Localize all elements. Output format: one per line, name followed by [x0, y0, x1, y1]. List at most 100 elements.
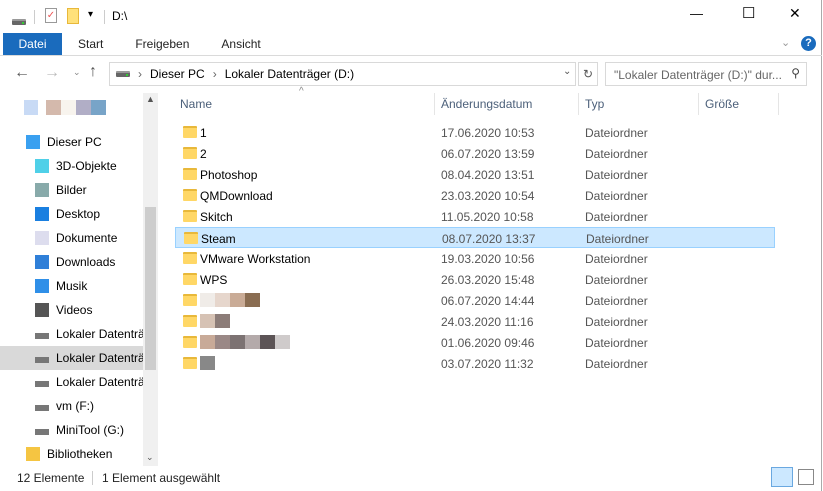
file-row[interactable]: VMware Workstation 19.03.2020 10:56 Dateio… [175, 248, 775, 269]
folder-icon [183, 126, 197, 138]
folder-icon [183, 168, 197, 180]
scroll-down-icon[interactable]: ⌄ [146, 452, 154, 463]
pc-icon [26, 135, 40, 149]
file-date: 03.07.2020 11:32 [441, 357, 534, 371]
tab-ansicht[interactable]: Ansicht [205, 33, 276, 56]
blurred-name [230, 335, 245, 349]
blurred-name [200, 335, 215, 349]
file-type: Dateiordner [585, 147, 648, 161]
drive-icon [35, 357, 49, 363]
breadcrumb-drive-d[interactable]: Lokaler Datenträger (D:) [225, 67, 354, 81]
file-date: 01.06.2020 09:46 [441, 336, 535, 350]
refresh-button[interactable]: ↻ [578, 62, 598, 86]
folder-icon [183, 147, 197, 159]
file-row[interactable]: QMDownload 23.03.2020 10:54 Dateiordner [175, 185, 775, 206]
up-button[interactable]: ↑ [89, 63, 97, 81]
file-date: 17.06.2020 10:53 [441, 126, 535, 140]
breadcrumb-dieser-pc[interactable]: Dieser PC [150, 67, 205, 81]
music-icon [35, 279, 49, 293]
file-row[interactable]: 1 17.06.2020 10:53 Dateiordner [175, 122, 775, 143]
sidebar-item-label: Musik [56, 279, 88, 293]
details-view-button[interactable] [771, 467, 793, 487]
folder-icon [183, 336, 197, 348]
sidebar-item-label: Bilder [56, 183, 87, 197]
sidebar-item-label: Videos [56, 303, 93, 317]
sidebar-item[interactable]: Lokaler Datenträ [0, 322, 143, 346]
sidebar-item[interactable]: Videos [0, 298, 143, 322]
file-type: Dateiordner [585, 315, 648, 329]
properties-icon[interactable]: ✓ [45, 8, 57, 23]
sidebar-item[interactable]: vm (F:) [0, 394, 143, 418]
file-row[interactable]: 01.06.2020 09:46 Dateiordner [175, 332, 775, 353]
folder-icon [183, 294, 197, 306]
search-icon: ⚲ [791, 66, 800, 80]
sidebar-item[interactable]: 3D-Objekte [0, 154, 143, 178]
nav-scrollbar-thumb[interactable] [145, 207, 156, 370]
file-date: 06.07.2020 14:44 [441, 294, 535, 308]
scroll-up-icon[interactable]: ▲ [146, 94, 155, 104]
sidebar-item-label: Bibliotheken [47, 447, 113, 461]
drive-icon [35, 381, 49, 387]
file-row[interactable]: Skitch 11.05.2020 10:58 Dateiordner [175, 206, 775, 227]
expand-ribbon-icon[interactable]: ⌄ [781, 36, 790, 49]
explorer-window: ✓ ▾ D:\ — ☐ ✕ Datei Start Freigeben Ansi… [0, 0, 822, 491]
sidebar-item[interactable]: Lokaler Datenträ [0, 346, 143, 370]
folder-icon [183, 273, 197, 285]
tab-datei[interactable]: Datei [3, 33, 62, 56]
file-row[interactable]: 03.07.2020 11:32 Dateiordner [175, 353, 775, 374]
ribbon-tabs: Datei Start Freigeben Ansicht [3, 33, 277, 56]
sidebar-item[interactable]: Desktop [0, 202, 143, 226]
file-row[interactable]: Photoshop 08.04.2020 13:51 Dateiordner [175, 164, 775, 185]
back-button[interactable]: ← [14, 64, 30, 82]
sidebar-item[interactable]: Musik [0, 274, 143, 298]
window-title: D:\ [112, 9, 128, 23]
new-folder-icon[interactable] [67, 8, 79, 24]
sidebar-item-label: vm (F:) [56, 399, 94, 413]
blurred-name [200, 293, 215, 307]
sidebar-item[interactable]: Dieser PC [0, 130, 143, 154]
file-name: Steam [201, 232, 236, 246]
large-icons-view-button[interactable] [798, 469, 814, 485]
column-header-size[interactable]: Größe [705, 93, 739, 115]
sidebar-item[interactable]: Bibliotheken [0, 442, 143, 466]
sidebar-item[interactable]: Lokaler Datenträ [0, 370, 143, 394]
file-type: Dateiordner [585, 252, 648, 266]
file-name: WPS [200, 273, 228, 287]
file-type: Dateiordner [585, 336, 648, 350]
blurred-name [245, 293, 260, 307]
document-icon [35, 231, 49, 245]
file-type: Dateiordner [585, 294, 648, 308]
file-row[interactable]: Steam 08.07.2020 13:37 Dateiordner [175, 227, 775, 248]
sidebar-item-label: Lokaler Datenträ [56, 351, 143, 365]
drive-icon [116, 71, 130, 77]
tab-start[interactable]: Start [62, 33, 119, 56]
tab-freigeben[interactable]: Freigeben [119, 33, 205, 56]
close-button[interactable]: ✕ [789, 5, 801, 22]
file-row[interactable]: 06.07.2020 14:44 Dateiordner [175, 290, 775, 311]
search-input[interactable]: "Lokaler Datenträger (D:)" dur... ⚲ [605, 62, 807, 86]
folder-icon [183, 252, 197, 264]
file-row[interactable]: 24.03.2020 11:16 Dateiordner [175, 311, 775, 332]
file-row[interactable]: 2 06.07.2020 13:59 Dateiordner [175, 143, 775, 164]
maximize-button[interactable]: ☐ [742, 4, 755, 22]
forward-button[interactable]: → [44, 64, 60, 82]
download-icon [35, 255, 49, 269]
address-dropdown-icon[interactable]: ⌄ [563, 66, 571, 77]
column-header-type[interactable]: Typ [585, 93, 604, 115]
sidebar-item[interactable]: Bilder [0, 178, 143, 202]
folder-icon [183, 357, 197, 369]
file-name: Skitch [200, 210, 233, 224]
file-row[interactable]: WPS 26.03.2020 15:48 Dateiordner [175, 269, 775, 290]
sidebar-item[interactable]: MiniTool (G:) [0, 418, 143, 442]
pictures-icon [35, 183, 49, 197]
sidebar-item[interactable]: Downloads [0, 250, 143, 274]
address-bar[interactable]: › Dieser PC › Lokaler Datenträger (D:) [109, 62, 576, 86]
quick-access-dropdown-icon[interactable]: ▾ [88, 9, 93, 20]
minimize-button[interactable]: — [690, 6, 703, 21]
help-button[interactable]: ? [801, 36, 816, 51]
column-header-date[interactable]: Änderungsdatum [441, 93, 532, 115]
column-header-name[interactable]: Name [180, 93, 212, 115]
recent-locations-icon[interactable]: ⌄ [73, 67, 81, 78]
sidebar-item[interactable]: Dokumente [0, 226, 143, 250]
windows-drive-icon [35, 333, 49, 339]
